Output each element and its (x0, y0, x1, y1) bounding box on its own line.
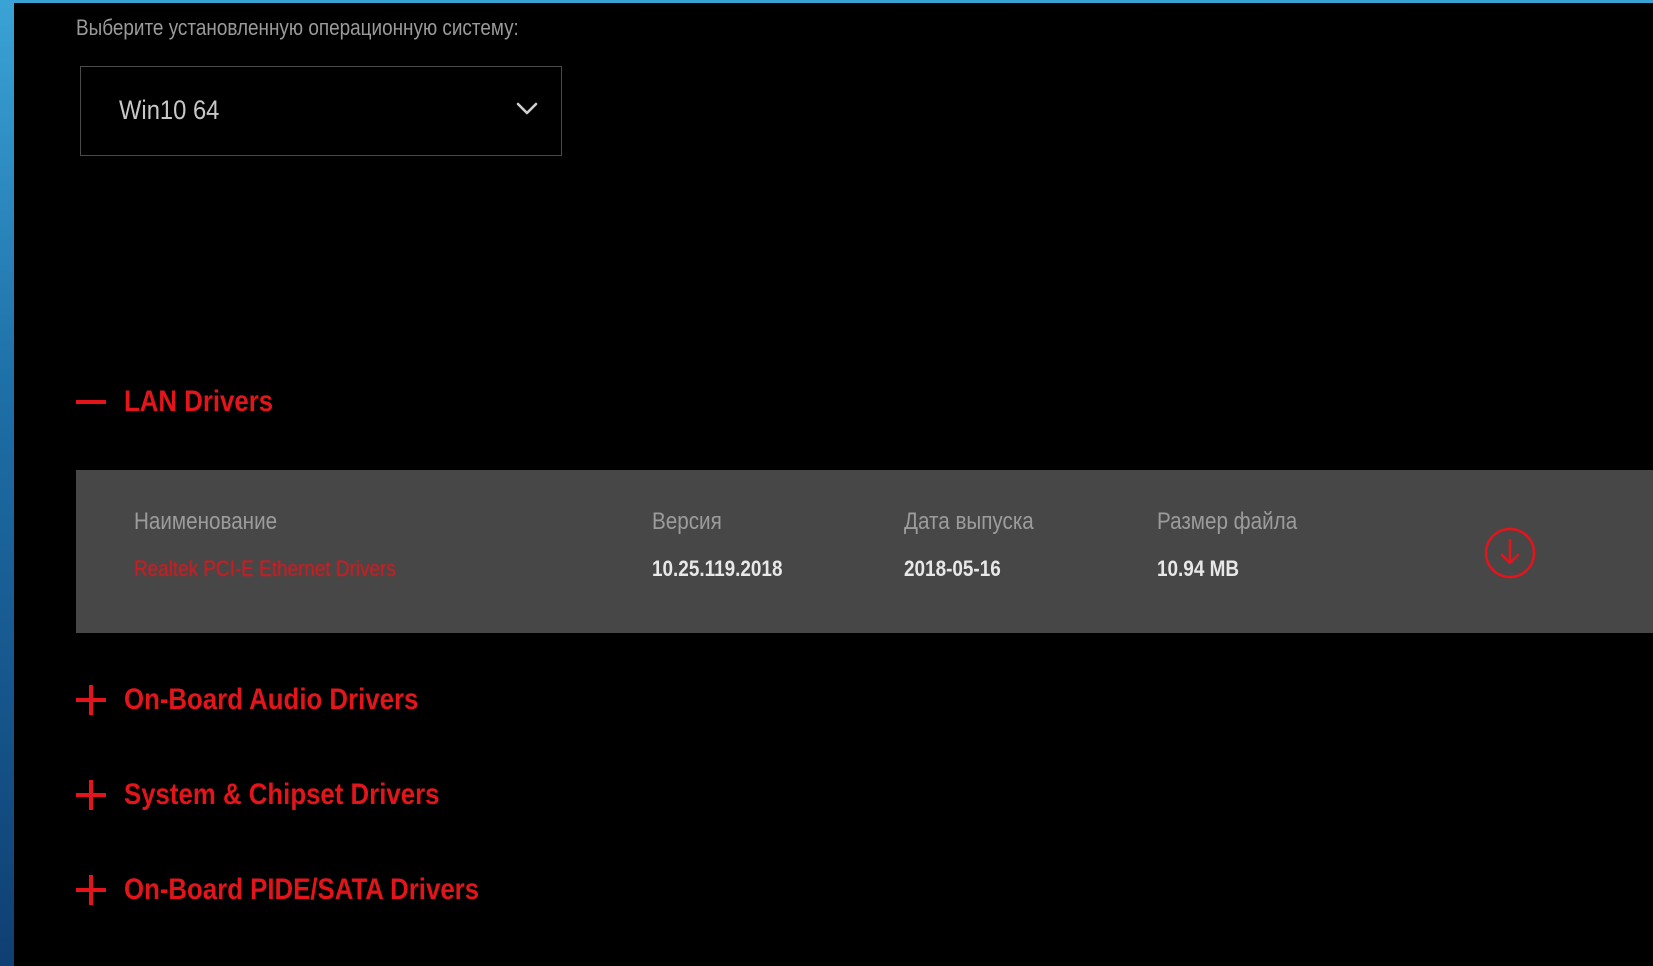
column-header-date: Дата выпуска (904, 508, 1034, 535)
date-column: Дата выпуска 2018-05-16 (904, 508, 1055, 582)
column-header-size: Размер файла (1157, 508, 1298, 535)
driver-row: Наименование Realtek PCI-E Ethernet Driv… (76, 470, 1653, 633)
name-column: Наименование Realtek PCI-E Ethernet Driv… (134, 508, 438, 582)
section-title: System & Chipset Drivers (124, 778, 440, 811)
os-dropdown[interactable]: Win10 64 (80, 66, 562, 156)
column-header-name: Наименование (134, 508, 278, 535)
section-audio-drivers[interactable]: On-Board Audio Drivers (76, 683, 466, 717)
section-title: On-Board Audio Drivers (124, 683, 419, 716)
section-title: On-Board PIDE/SATA Drivers (124, 873, 480, 906)
driver-file-size: 10.94 MB (1157, 556, 1240, 581)
column-header-version: Версия (652, 508, 722, 535)
download-icon[interactable] (1483, 526, 1537, 580)
driver-release-date: 2018-05-16 (904, 556, 1001, 581)
section-lan-drivers[interactable]: LAN Drivers (76, 385, 297, 419)
minus-icon (76, 387, 106, 417)
chevron-down-icon (516, 102, 538, 115)
plus-icon (76, 780, 106, 810)
section-sata-drivers[interactable]: On-Board PIDE/SATA Drivers (76, 873, 537, 907)
section-chipset-drivers[interactable]: System & Chipset Drivers (76, 778, 491, 812)
os-select-label: Выберите установленную операционную сист… (76, 15, 519, 40)
driver-download-page: Выберите установленную операционную сист… (14, 3, 1653, 966)
driver-version: 10.25.119.2018 (652, 556, 783, 581)
os-dropdown-value: Win10 64 (119, 95, 220, 125)
driver-name-link[interactable]: Realtek PCI-E Ethernet Drivers (134, 556, 396, 582)
plus-icon (76, 875, 106, 905)
plus-icon (76, 685, 106, 715)
size-column: Размер файла 10.94 MB (1157, 508, 1320, 582)
version-column: Версия 10.25.119.2018 (652, 508, 804, 582)
section-title: LAN Drivers (124, 385, 274, 418)
